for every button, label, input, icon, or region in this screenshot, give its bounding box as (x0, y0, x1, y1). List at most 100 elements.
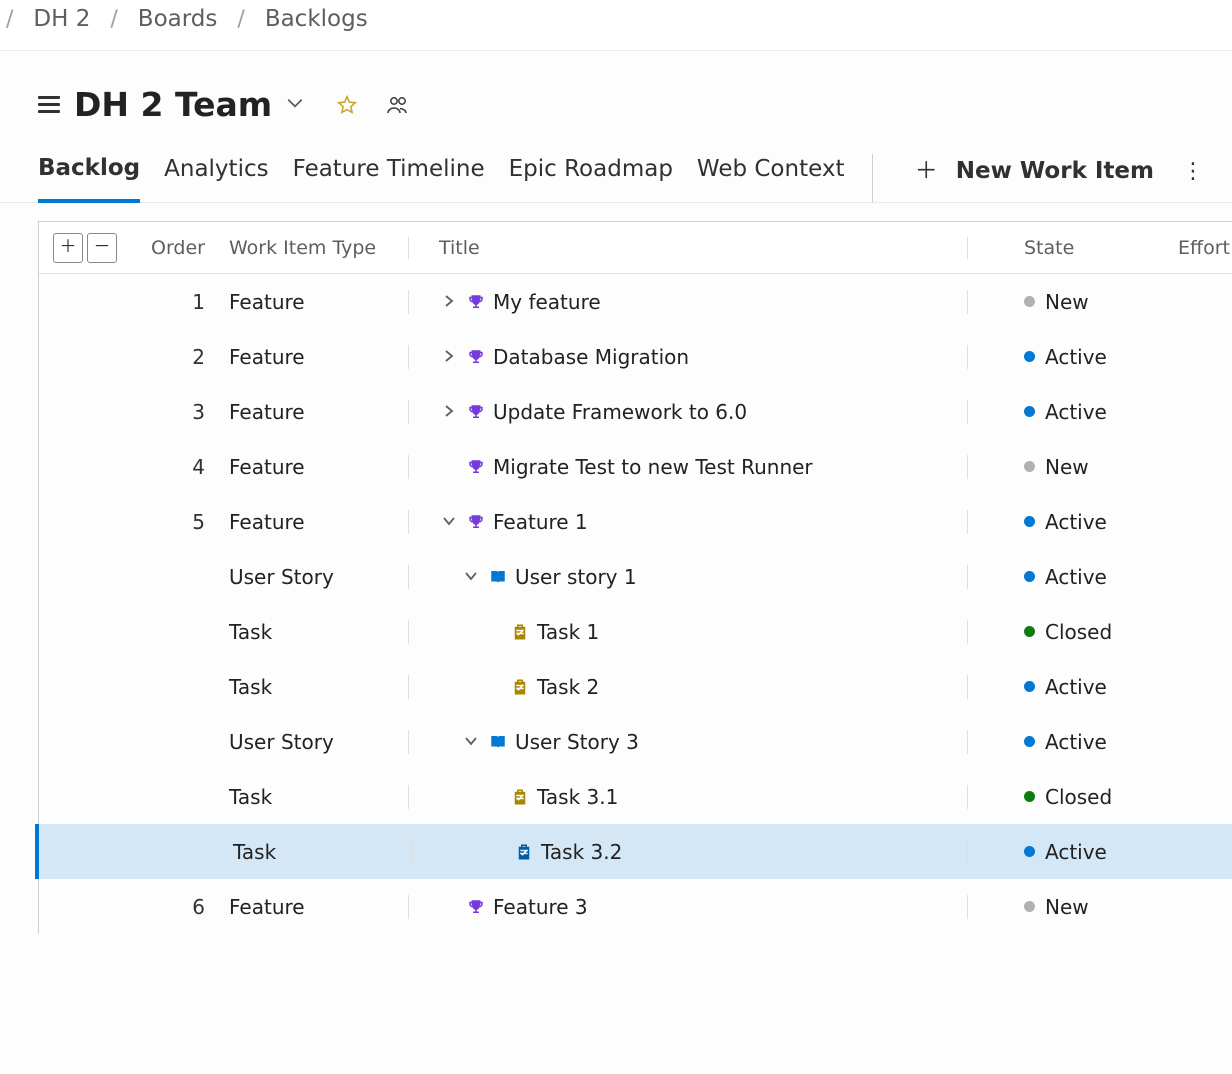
row-type: User Story (229, 565, 409, 589)
state-dot-icon (1024, 571, 1035, 582)
expand-all-button[interactable]: ＋ (53, 233, 83, 263)
chevron-down-icon[interactable] (286, 94, 304, 116)
breadcrumb-sep: / (110, 7, 117, 32)
column-header-state[interactable]: State (968, 237, 1178, 259)
row-type: Task (229, 675, 409, 699)
row-title-cell[interactable]: Database Migration (409, 345, 968, 369)
favorite-star-icon[interactable] (336, 94, 358, 116)
chevron-down-icon[interactable] (439, 510, 459, 534)
row-order: 1 (139, 290, 229, 314)
row-title: My feature (493, 290, 601, 314)
row-title: User Story 3 (515, 730, 639, 754)
trophy-icon (467, 898, 485, 916)
state-dot-icon (1024, 681, 1035, 692)
row-state-label: Closed (1045, 620, 1112, 644)
table-row[interactable]: User StoryUser story 1 Active (39, 549, 1232, 604)
new-work-item-button[interactable]: ＋ New Work Item (915, 158, 1154, 184)
table-row[interactable]: User StoryUser Story 3Active (39, 714, 1232, 769)
row-order: 4 (139, 455, 229, 479)
row-title-cell[interactable]: Feature 1 (409, 510, 968, 534)
tab-backlog[interactable]: Backlog (38, 155, 140, 203)
toolbar-right: ＋ New Work Item ⋮ (872, 154, 1232, 202)
row-title-cell[interactable]: Update Framework to 6.0 (409, 400, 968, 424)
table-row[interactable]: TaskTask 2Active (39, 659, 1232, 714)
column-header-type[interactable]: Work Item Type (229, 237, 409, 259)
page-header: DH 2 Team (0, 51, 1232, 124)
tab-feature-timeline[interactable]: Feature Timeline (293, 156, 485, 200)
table-row[interactable]: TaskTask 3.2Active (35, 824, 1232, 879)
chevron-right-icon[interactable] (439, 345, 459, 369)
backlog-grid: ＋ － Order Work Item Type Title State Eff… (38, 221, 1232, 934)
tab-web-context[interactable]: Web Context (697, 156, 845, 200)
row-title: Task 1 (537, 620, 599, 644)
tab-epic-roadmap[interactable]: Epic Roadmap (509, 156, 673, 200)
chevron-down-icon[interactable] (461, 565, 481, 589)
breadcrumb-item[interactable]: Backlogs (265, 6, 368, 32)
row-title-cell[interactable]: My feature (409, 290, 968, 314)
row-title-cell[interactable]: Migrate Test to new Test Runner (409, 455, 968, 479)
table-row[interactable]: 2FeatureDatabase MigrationActive (39, 329, 1232, 384)
chevron-right-icon[interactable] (439, 400, 459, 424)
grid-header: ＋ － Order Work Item Type Title State Eff… (39, 222, 1232, 274)
row-state-label: Active (1045, 345, 1107, 369)
row-state: New (968, 290, 1178, 314)
row-state: Closed (968, 785, 1178, 809)
row-title-cell[interactable]: User story 1 (409, 565, 968, 589)
row-state-label: Active (1045, 565, 1107, 589)
table-row[interactable]: 3FeatureUpdate Framework to 6.0Active (39, 384, 1232, 439)
row-title: Task 3.2 (541, 840, 622, 864)
table-row[interactable]: 5FeatureFeature 1Active (39, 494, 1232, 549)
tab-analytics[interactable]: Analytics (164, 156, 268, 200)
people-icon[interactable] (386, 94, 410, 116)
state-dot-icon (1024, 351, 1035, 362)
clipboard-icon (511, 678, 529, 696)
state-dot-icon (1024, 516, 1035, 527)
row-type: Feature (229, 455, 409, 479)
row-order: 2 (139, 345, 229, 369)
clipboard-icon (515, 843, 533, 861)
clipboard-icon (511, 788, 529, 806)
row-title-cell[interactable]: Task 3.2 (413, 840, 968, 864)
table-row[interactable]: 6FeatureFeature 3New (39, 879, 1232, 934)
row-type: Task (233, 840, 413, 864)
table-row[interactable]: Task Task 3.1 Closed (39, 769, 1232, 824)
column-header-order[interactable]: Order (139, 237, 229, 259)
row-state-label: New (1045, 895, 1089, 919)
table-row[interactable]: 4FeatureMigrate Test to new Test Runner N… (39, 439, 1232, 494)
trophy-icon (467, 348, 485, 366)
row-state: Active (968, 565, 1178, 589)
tabs-row: Backlog Analytics Feature Timeline Epic Roa… (0, 154, 1232, 203)
book-icon (489, 733, 507, 751)
breadcrumb-item[interactable]: Boards (138, 6, 218, 32)
row-type: Feature (229, 400, 409, 424)
row-state: New (968, 455, 1178, 479)
table-row[interactable]: 1FeatureMy featureNew (39, 274, 1232, 329)
row-title-cell[interactable]: Task 3.1 (409, 785, 968, 809)
row-state-label: New (1045, 455, 1089, 479)
row-title-cell[interactable]: Task 1 (409, 620, 968, 644)
row-state: Active (968, 400, 1178, 424)
breadcrumb-item[interactable]: DH 2 (33, 6, 90, 32)
row-title-cell[interactable]: Feature 3 (409, 895, 968, 919)
team-name[interactable]: DH 2 Team (74, 85, 272, 124)
row-title-cell[interactable]: User Story 3 (409, 730, 968, 754)
chevron-right-icon[interactable] (439, 290, 459, 314)
row-title: Task 3.1 (537, 785, 618, 809)
state-dot-icon (1024, 296, 1035, 307)
chevron-down-icon[interactable] (461, 730, 481, 754)
row-title-cell[interactable]: Task 2 (409, 675, 968, 699)
column-header-effort[interactable]: Effort (1178, 237, 1232, 259)
row-order: 5 (139, 510, 229, 534)
more-actions-icon[interactable]: ⋮ (1178, 159, 1232, 184)
tabs: Backlog Analytics Feature Timeline Epic Roa… (38, 155, 844, 202)
book-icon (489, 568, 507, 586)
column-header-title[interactable]: Title (409, 237, 968, 259)
table-row[interactable]: TaskTask 1Closed (39, 604, 1232, 659)
state-dot-icon (1024, 791, 1035, 802)
state-dot-icon (1024, 626, 1035, 637)
collapse-all-button[interactable]: － (87, 233, 117, 263)
breadcrumb-sep: / (237, 7, 244, 32)
hamburger-icon[interactable] (38, 96, 60, 113)
row-type: Task (229, 785, 409, 809)
row-state-label: Active (1045, 510, 1107, 534)
